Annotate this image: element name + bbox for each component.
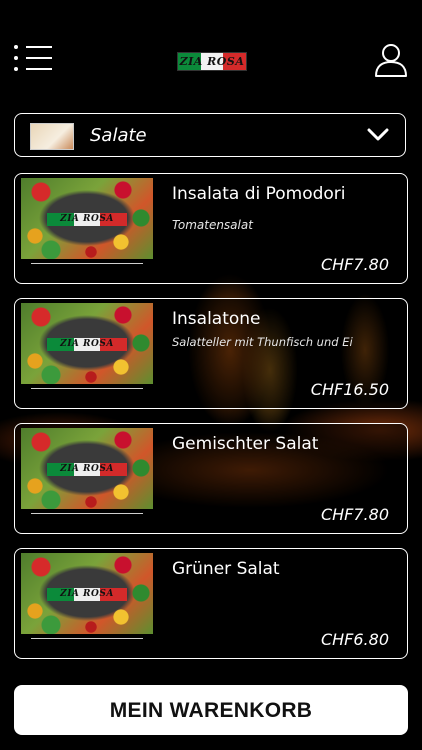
category-label: Salate <box>90 125 147 146</box>
image-underline <box>31 388 143 389</box>
image-underline <box>31 638 143 639</box>
item-image-logo: ZIA ROSA <box>60 339 114 349</box>
item-price: CHF7.80 <box>320 505 389 524</box>
logo-text: ZIA ROSA <box>179 55 245 68</box>
hamburger-menu-icon[interactable] <box>14 45 54 73</box>
item-price: CHF7.80 <box>320 255 389 274</box>
app-header: ZIA ROSA <box>0 0 422 110</box>
menu-item-card[interactable]: ZIA ROSA Insalatone Salatteller mit Thun… <box>14 298 408 409</box>
menu-dot <box>14 45 18 49</box>
menu-bar <box>26 68 52 70</box>
item-image-logo: ZIA ROSA <box>60 589 114 599</box>
user-profile-icon[interactable] <box>374 42 408 78</box>
item-name: Grüner Salat <box>172 559 280 579</box>
item-description: Tomatensalat <box>172 218 253 232</box>
item-image: ZIA ROSA <box>21 178 153 259</box>
menu-item-card[interactable]: ZIA ROSA Grüner Salat CHF6.80 <box>14 548 408 659</box>
chevron-down-icon <box>367 128 389 141</box>
item-price: CHF16.50 <box>310 380 389 399</box>
item-name: Insalata di Pomodori <box>172 184 346 204</box>
item-price: CHF6.80 <box>320 630 389 649</box>
menu-bar <box>26 46 52 48</box>
item-name: Gemischter Salat <box>172 434 319 454</box>
category-dropdown[interactable]: Salate <box>14 113 406 157</box>
zia-rosa-logo: ZIA ROSA <box>177 52 247 71</box>
item-image-logo: ZIA ROSA <box>60 214 114 224</box>
image-underline <box>31 513 143 514</box>
item-image: ZIA ROSA <box>21 428 153 509</box>
item-image-logo: ZIA ROSA <box>60 464 114 474</box>
image-underline <box>31 263 143 264</box>
menu-item-card[interactable]: ZIA ROSA Gemischter Salat CHF7.80 <box>14 423 408 534</box>
menu-dot <box>14 56 18 60</box>
cart-button[interactable]: MEIN WARENKORB <box>14 685 408 735</box>
menu-bar <box>26 57 52 59</box>
menu-item-card[interactable]: ZIA ROSA Insalata di Pomodori Tomatensal… <box>14 173 408 284</box>
item-image: ZIA ROSA <box>21 303 153 384</box>
item-name: Insalatone <box>172 309 261 329</box>
category-thumbnail <box>30 123 74 150</box>
menu-dot <box>14 67 18 71</box>
item-description: Salatteller mit Thunfisch und Ei <box>172 335 353 349</box>
item-image: ZIA ROSA <box>21 553 153 634</box>
